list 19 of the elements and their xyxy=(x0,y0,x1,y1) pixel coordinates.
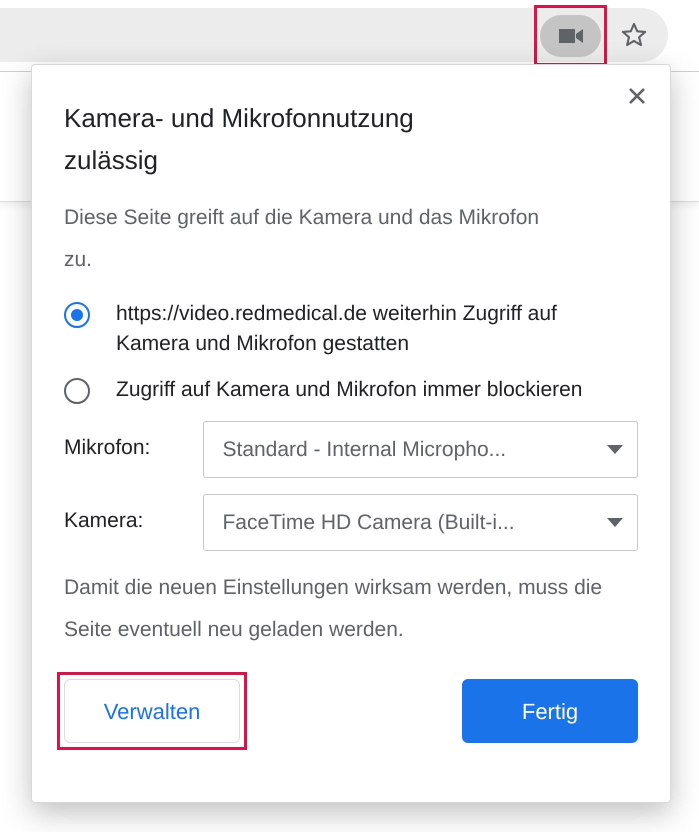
video-camera-icon xyxy=(558,28,584,44)
option-label: Zugriff auf Kamera und Mikrofon immer blockieren xyxy=(116,377,584,403)
dialog-title: Kamera- und Mikrofonnutzung zulässig xyxy=(64,102,415,177)
field-label: Mikrofon: xyxy=(64,434,152,461)
manage-button[interactable]: Verwalten xyxy=(64,679,240,743)
camera-button[interactable] xyxy=(540,14,601,56)
reload-note: Damit die neuen Einstellungen wirksam werden, muss die Seite eventuell neu geladen werden. xyxy=(64,575,604,643)
caret-icon xyxy=(607,445,623,454)
dialog-description: Diese Seite greift auf die Kamera und das Mikrofon zu. xyxy=(64,205,540,273)
radio-button[interactable] xyxy=(64,302,90,328)
star-icon[interactable] xyxy=(620,21,648,49)
radio-button[interactable] xyxy=(64,378,90,404)
field-label: Kamera: xyxy=(64,508,144,534)
address-bar[interactable] xyxy=(0,8,668,62)
device-dropdown[interactable]: Standard - Internal Micropho... xyxy=(203,421,638,478)
done-button[interactable]: Fertig xyxy=(462,679,638,743)
device-dropdown[interactable]: FaceTime HD Camera (Built-i... xyxy=(203,494,638,551)
caret-icon xyxy=(607,518,623,527)
option-label: https://video.redmedical.de weiterhin Zugriff auf Kamera und Mikrofon gestatten xyxy=(116,301,558,357)
